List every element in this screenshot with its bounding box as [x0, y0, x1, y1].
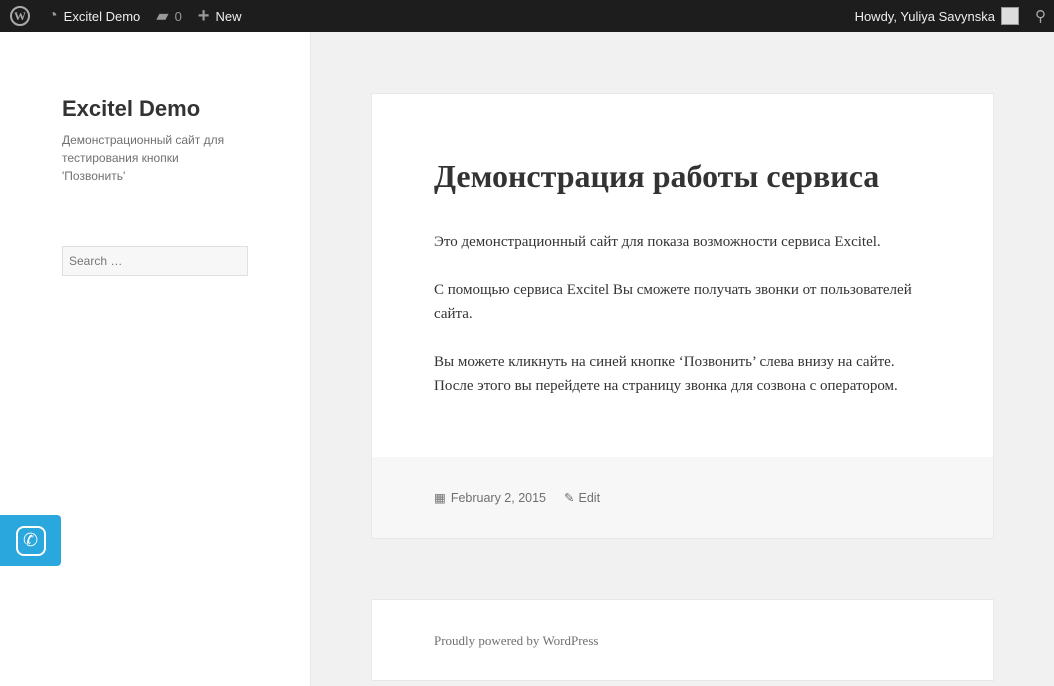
site-footer: Proudly powered by WordPress [371, 599, 994, 681]
site-name-link[interactable]: ◔ Excitel Demo [40, 0, 148, 32]
sidebar: Excitel Demo Демонстрационный сайт для т… [0, 32, 311, 686]
wordpress-icon: W [10, 6, 30, 26]
comments-link[interactable]: ▰ 0 [148, 0, 190, 32]
site-description: Демонстрационный сайт для тестирования к… [62, 133, 225, 183]
search-button[interactable]: ⚲ [1027, 0, 1054, 32]
account-menu[interactable]: Howdy, Yuliya Savynska [847, 0, 1027, 32]
post-title: Демонстрация работы сервиса [434, 158, 880, 194]
post-content: Это демонстрационный сайт для показа воз… [434, 230, 934, 422]
pencil-icon: ✎ [564, 491, 575, 505]
plus-icon: + [197, 4, 210, 27]
post-date-link[interactable]: February 2, 2015 [451, 491, 546, 505]
edit-link[interactable]: Edit [579, 491, 601, 505]
howdy-label: Howdy, Yuliya Savynska [854, 8, 995, 24]
call-button[interactable]: ✆ [0, 515, 61, 566]
post-article: Демонстрация работы сервиса Это демонстр… [371, 93, 994, 539]
admin-bar: W ◔ Excitel Demo ▰ 0 + New Howdy, Yuliya Sa… [0, 0, 1054, 32]
search-input[interactable] [62, 246, 248, 276]
avatar [1001, 7, 1019, 25]
calendar-icon: ▦ [434, 491, 446, 505]
dashboard-icon: ◔ [48, 7, 58, 24]
search-icon: ⚲ [1035, 8, 1046, 25]
post-meta: ▦ February 2, 2015 ✎ Edit [372, 457, 993, 538]
comment-icon: ▰ [156, 8, 169, 25]
paragraph: Вы можете кликнуть на синей кнопке ‘Позв… [434, 354, 898, 394]
phone-icon: ✆ [15, 525, 46, 556]
site-title[interactable]: Excitel Demo [62, 96, 200, 122]
wordpress-logo-button[interactable]: W [0, 0, 40, 32]
paragraph: Это демонстрационный сайт для показа воз… [434, 234, 881, 250]
comment-count: 0 [174, 8, 182, 24]
paragraph: С помощью сервиса Excitel Вы сможете пол… [434, 282, 912, 322]
site-name-label: Excitel Demo [63, 8, 141, 24]
powered-by-link[interactable]: Proudly powered by WordPress [434, 633, 598, 648]
new-content-link[interactable]: + New [190, 0, 250, 32]
new-label: New [215, 8, 242, 24]
